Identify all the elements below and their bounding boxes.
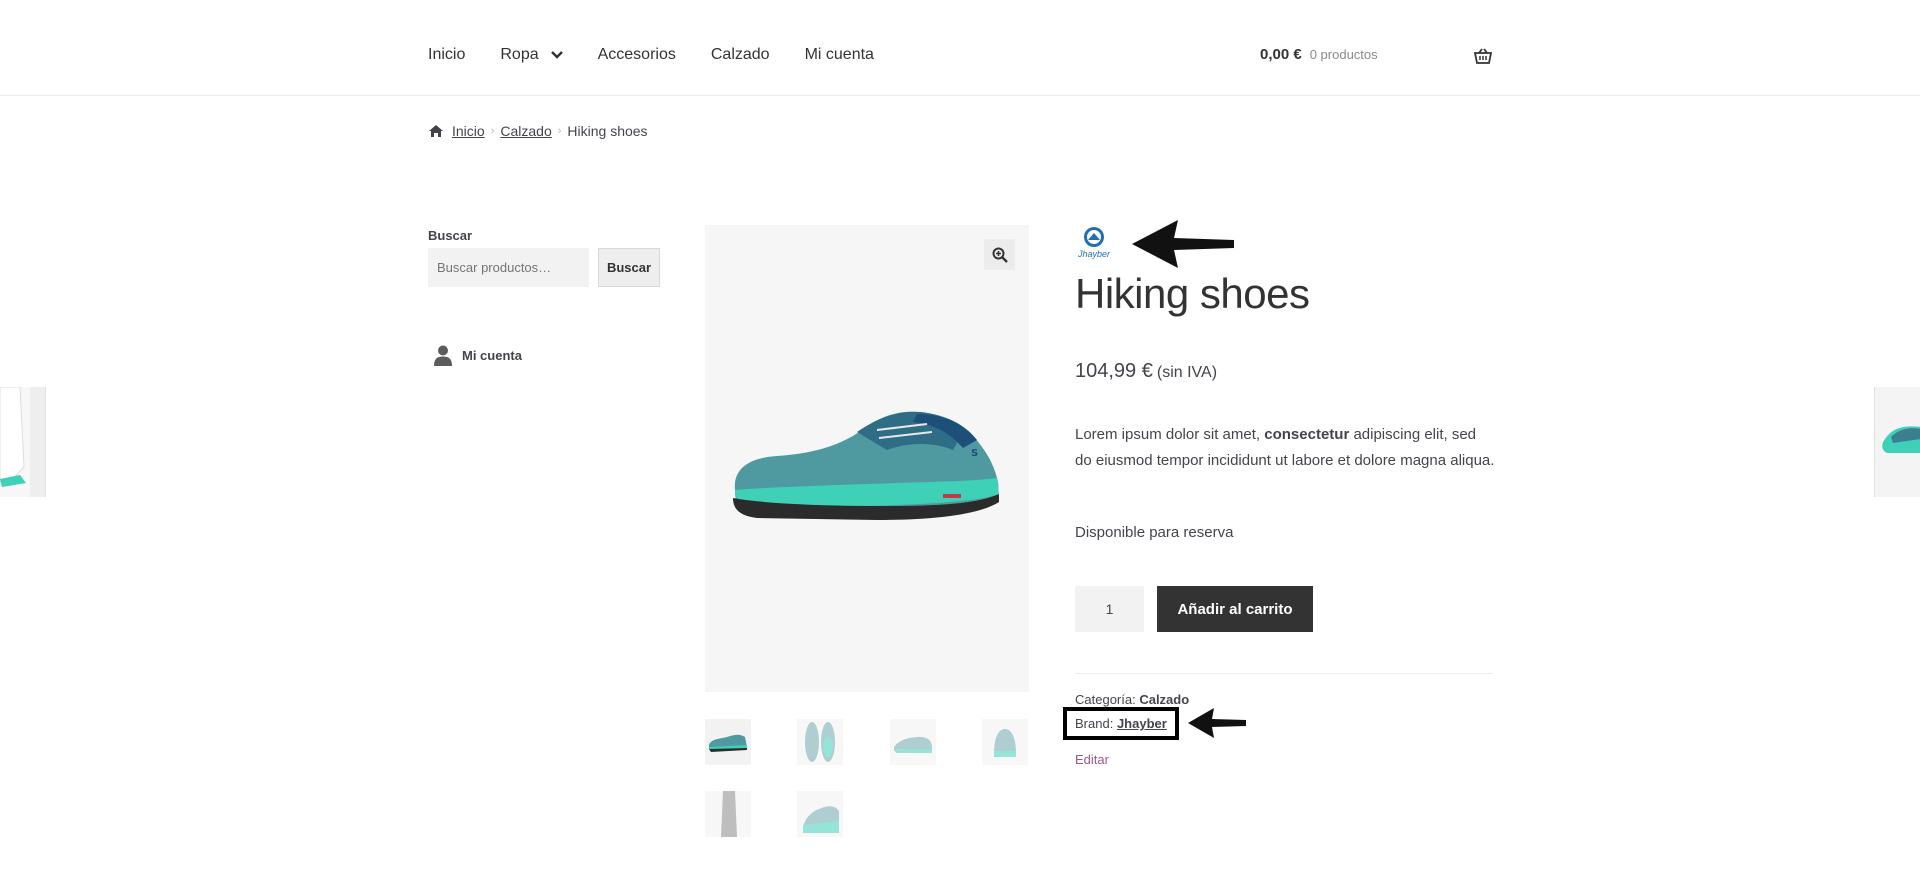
brand-logo-text: Jhayber xyxy=(1077,249,1111,259)
product-category: Categoría: Calzado xyxy=(1075,692,1189,707)
nav-item-inicio[interactable]: Inicio xyxy=(428,46,465,64)
chevron-down-icon xyxy=(550,51,563,59)
cart-summary[interactable]: 0,00 € 0 productos xyxy=(1260,46,1378,63)
primary-nav: Inicio Ropa Accesorios Calzado Mi cuenta xyxy=(428,46,909,64)
gallery-thumbnail[interactable] xyxy=(890,719,936,765)
breadcrumb-separator: › xyxy=(557,125,562,137)
product-thumbnail-image xyxy=(803,806,839,833)
nav-item-ropa[interactable]: Ropa xyxy=(500,46,563,64)
previous-product-preview[interactable] xyxy=(0,387,46,497)
brand-label: Brand: xyxy=(1075,716,1114,731)
brand-link[interactable]: Jhayber xyxy=(1117,716,1167,731)
annotation-arrow-logo xyxy=(1132,220,1234,268)
gallery-thumbnail[interactable] xyxy=(705,719,751,765)
category-label: Categoría: xyxy=(1075,692,1136,707)
product-title: Hiking shoes xyxy=(1075,270,1310,317)
nav-item-label: Ropa xyxy=(500,46,539,63)
breadcrumb-inicio[interactable]: Inicio xyxy=(452,123,485,139)
quantity-input[interactable] xyxy=(1075,586,1144,632)
product-thumbnail-image xyxy=(709,734,747,752)
breadcrumb-separator: › xyxy=(490,125,495,137)
next-product-preview[interactable] xyxy=(1874,387,1920,497)
breadcrumb: Inicio › Calzado › Hiking shoes xyxy=(428,123,648,139)
sidebar-account-link[interactable]: Mi cuenta xyxy=(434,345,522,366)
nav-item-mi-cuenta[interactable]: Mi cuenta xyxy=(805,46,874,64)
price-amount: 104,99 € xyxy=(1075,360,1153,382)
description-bold: consectetur xyxy=(1264,426,1350,443)
shoe-image: S xyxy=(733,411,999,520)
gallery-thumbnail[interactable] xyxy=(797,791,843,837)
stock-status: Disponible para reserva xyxy=(1075,524,1234,541)
nav-item-label: Inicio xyxy=(428,46,466,63)
price-tax-suffix: (sin IVA) xyxy=(1156,364,1218,381)
search-label: Buscar xyxy=(428,228,473,243)
gallery-thumbnail[interactable] xyxy=(982,719,1028,765)
home-icon xyxy=(429,125,443,137)
product-thumbnail-image xyxy=(721,791,737,837)
nav-item-label: Mi cuenta xyxy=(804,46,874,63)
search-input[interactable] xyxy=(428,248,589,287)
nav-item-label: Calzado xyxy=(710,46,770,63)
product-thumbnail-image xyxy=(1882,426,1920,453)
basket-icon[interactable] xyxy=(1474,48,1492,64)
product-brand: Brand: Jhayber xyxy=(1075,716,1167,731)
product-description: Lorem ipsum dolor sit amet, consectetur … xyxy=(1075,422,1495,474)
product-thumbnail-image xyxy=(805,722,835,762)
nav-item-calzado[interactable]: Calzado xyxy=(711,46,770,64)
breadcrumb-calzado[interactable]: Calzado xyxy=(500,123,551,139)
site-header: Inicio Ropa Accesorios Calzado Mi cuenta… xyxy=(0,0,1920,96)
cart-amount: 0,00 € xyxy=(1260,46,1302,63)
description-start: Lorem ipsum dolor sit amet, xyxy=(1075,426,1265,443)
cart-count: 0 productos xyxy=(1309,47,1378,62)
brand-logo: Jhayber xyxy=(1077,227,1111,259)
search-button[interactable]: Buscar xyxy=(598,248,660,287)
add-to-cart-button[interactable]: Añadir al carrito xyxy=(1157,586,1313,632)
divider xyxy=(1075,673,1493,674)
edit-link[interactable]: Editar xyxy=(1075,752,1109,767)
product-thumbnail-image xyxy=(994,729,1016,757)
category-link[interactable]: Calzado xyxy=(1139,692,1189,707)
gallery-thumbnail[interactable] xyxy=(797,719,843,765)
product-thumbnail-image xyxy=(0,387,30,497)
nav-item-label: Accesorios xyxy=(597,46,676,63)
gallery-thumbnail[interactable] xyxy=(705,791,751,837)
svg-text:S: S xyxy=(971,448,978,459)
product-thumbnail-image xyxy=(894,737,932,753)
product-price: 104,99 € (sin IVA) xyxy=(1075,360,1217,383)
account-label: Mi cuenta xyxy=(462,348,522,363)
user-icon xyxy=(434,345,452,366)
nav-item-accesorios[interactable]: Accesorios xyxy=(598,46,676,64)
zoom-button[interactable] xyxy=(984,239,1015,270)
annotation-arrow-brand xyxy=(1188,708,1246,738)
breadcrumb-current: Hiking shoes xyxy=(567,123,648,139)
zoom-in-icon xyxy=(992,247,1008,263)
